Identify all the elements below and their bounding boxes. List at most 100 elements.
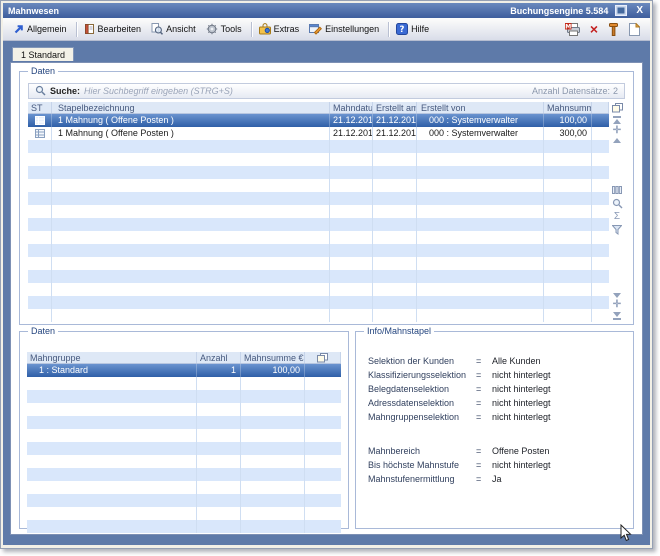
empty-row[interactable] bbox=[28, 270, 609, 283]
daten-group: Daten Suche: Hier Suchbegriff eingeben (… bbox=[19, 71, 634, 325]
cell-empty bbox=[417, 296, 544, 309]
scroll-up-icon[interactable]: ✛ bbox=[613, 127, 621, 135]
cell-empty bbox=[330, 166, 373, 179]
cell-mahnsumme: 100,00 bbox=[241, 364, 305, 377]
table-header[interactable]: ST Stapelbezeichnung Mahndatum Erstellt … bbox=[28, 102, 609, 114]
menu-item-allgemein[interactable]: Allgemein bbox=[9, 22, 73, 37]
col-stapelbezeichnung[interactable]: Stapelbezeichnung bbox=[52, 102, 330, 113]
columns-icon[interactable] bbox=[612, 185, 622, 195]
filter-icon[interactable] bbox=[612, 225, 622, 235]
menu-item-tools[interactable]: Tools bbox=[202, 21, 248, 37]
hammer-icon[interactable] bbox=[608, 23, 619, 36]
col-erstellt-von[interactable]: Erstellt von bbox=[417, 102, 544, 113]
row-down-icon[interactable] bbox=[613, 293, 621, 298]
table-header[interactable]: Mahngruppe Anzahl Mahnsumme € bbox=[27, 352, 341, 364]
scroll-down-icon[interactable]: ✛ bbox=[613, 301, 621, 309]
empty-row[interactable] bbox=[27, 494, 341, 507]
empty-row[interactable] bbox=[28, 166, 609, 179]
cell-empty bbox=[373, 257, 417, 270]
empty-row[interactable] bbox=[27, 442, 341, 455]
col-mahngruppe[interactable]: Mahngruppe bbox=[27, 352, 197, 363]
menu-item-extras[interactable]: Extras bbox=[255, 21, 306, 37]
cell-empty bbox=[52, 309, 330, 322]
col-mahnsumme[interactable]: Mahnsumme € bbox=[241, 352, 305, 363]
empty-row[interactable] bbox=[27, 403, 341, 416]
cell-empty bbox=[330, 153, 373, 166]
empty-row[interactable] bbox=[28, 283, 609, 296]
empty-row[interactable] bbox=[28, 218, 609, 231]
row-up-icon[interactable] bbox=[613, 138, 621, 143]
cell-empty bbox=[373, 140, 417, 153]
cell-empty bbox=[305, 455, 341, 468]
table-row[interactable]: 1 Mahnung ( Offene Posten )21.12.201621.… bbox=[28, 114, 609, 127]
new-page-icon[interactable] bbox=[629, 23, 640, 36]
copy-icon[interactable] bbox=[305, 352, 341, 363]
empty-row[interactable] bbox=[28, 205, 609, 218]
cell-mahndatum: 21.12.2016 bbox=[330, 114, 373, 127]
empty-row[interactable] bbox=[28, 153, 609, 166]
cell-empty bbox=[28, 218, 52, 231]
cell-empty bbox=[417, 166, 544, 179]
empty-row[interactable] bbox=[28, 309, 609, 322]
cell-anzahl: 1 bbox=[197, 364, 241, 377]
cell-empty bbox=[27, 481, 197, 494]
delete-x-icon[interactable]: × bbox=[590, 24, 598, 34]
arrow-up-right-icon bbox=[13, 24, 24, 35]
copy-icon[interactable] bbox=[612, 103, 623, 113]
search-grid-icon[interactable] bbox=[612, 198, 623, 209]
cell-empty bbox=[592, 257, 609, 270]
scroll-first-icon[interactable] bbox=[613, 116, 621, 124]
content-area: 1 Standard Daten Suche: Hier Suchbegriff… bbox=[3, 41, 650, 545]
table-row[interactable]: 1 Mahnung ( Offene Posten )21.12.201621.… bbox=[28, 127, 609, 140]
cell-empty bbox=[373, 309, 417, 322]
col-anzahl[interactable]: Anzahl bbox=[197, 352, 241, 363]
empty-row[interactable] bbox=[27, 520, 341, 533]
cell-empty bbox=[417, 309, 544, 322]
cell-stapelbezeichnung: 1 Mahnung ( Offene Posten ) bbox=[52, 127, 330, 140]
cell-empty bbox=[373, 179, 417, 192]
window-form-icon[interactable] bbox=[615, 5, 627, 16]
cell-empty bbox=[330, 296, 373, 309]
empty-row[interactable] bbox=[27, 455, 341, 468]
empty-row[interactable] bbox=[28, 257, 609, 270]
menu-item-einstellungen[interactable]: Einstellungen bbox=[305, 21, 385, 37]
scroll-last-icon[interactable] bbox=[613, 312, 621, 320]
menu-item-bearbeiten[interactable]: Bearbeiten bbox=[80, 21, 148, 37]
search-input[interactable]: Hier Suchbegriff eingeben (STRG+S) bbox=[84, 86, 233, 96]
cell-empty bbox=[52, 153, 330, 166]
empty-row[interactable] bbox=[28, 192, 609, 205]
empty-row[interactable] bbox=[28, 244, 609, 257]
cell-empty bbox=[417, 205, 544, 218]
empty-row[interactable] bbox=[27, 507, 341, 520]
empty-row[interactable] bbox=[28, 140, 609, 153]
col-erstellt-am[interactable]: Erstellt am bbox=[373, 102, 417, 113]
print-icon[interactable]: M bbox=[565, 23, 580, 36]
empty-row[interactable] bbox=[27, 429, 341, 442]
empty-row[interactable] bbox=[27, 377, 341, 390]
cell-empty bbox=[27, 403, 197, 416]
empty-row[interactable] bbox=[28, 231, 609, 244]
empty-row[interactable] bbox=[27, 390, 341, 403]
info-value: nicht hinterlegt bbox=[492, 458, 551, 472]
menu-item-ansicht[interactable]: Ansicht bbox=[147, 21, 202, 37]
info-separator: = bbox=[476, 368, 492, 382]
col-mahndatum[interactable]: Mahndatum bbox=[330, 102, 373, 113]
search-bar[interactable]: Suche: Hier Suchbegriff eingeben (STRG+S… bbox=[28, 83, 625, 99]
empty-row[interactable] bbox=[27, 468, 341, 481]
cell-empty bbox=[28, 192, 52, 205]
svg-text:?: ? bbox=[400, 25, 405, 35]
col-st[interactable]: ST bbox=[28, 102, 52, 113]
empty-row[interactable] bbox=[28, 296, 609, 309]
cell-empty bbox=[52, 140, 330, 153]
close-button[interactable]: X bbox=[634, 5, 645, 16]
menu-item-hilfe[interactable]: ?Hilfe bbox=[392, 21, 435, 37]
table-row[interactable]: 1 : Standard1100,00 bbox=[27, 364, 341, 377]
cell-mahnsumme: 100,00 bbox=[544, 114, 592, 127]
empty-row[interactable] bbox=[27, 481, 341, 494]
empty-row[interactable] bbox=[27, 416, 341, 429]
col-mahnsumme[interactable]: Mahnsumme € bbox=[544, 102, 592, 113]
sum-icon[interactable]: Σ bbox=[614, 212, 620, 222]
tab-standard[interactable]: 1 Standard bbox=[12, 47, 74, 61]
cell-empty bbox=[28, 179, 52, 192]
empty-row[interactable] bbox=[28, 179, 609, 192]
